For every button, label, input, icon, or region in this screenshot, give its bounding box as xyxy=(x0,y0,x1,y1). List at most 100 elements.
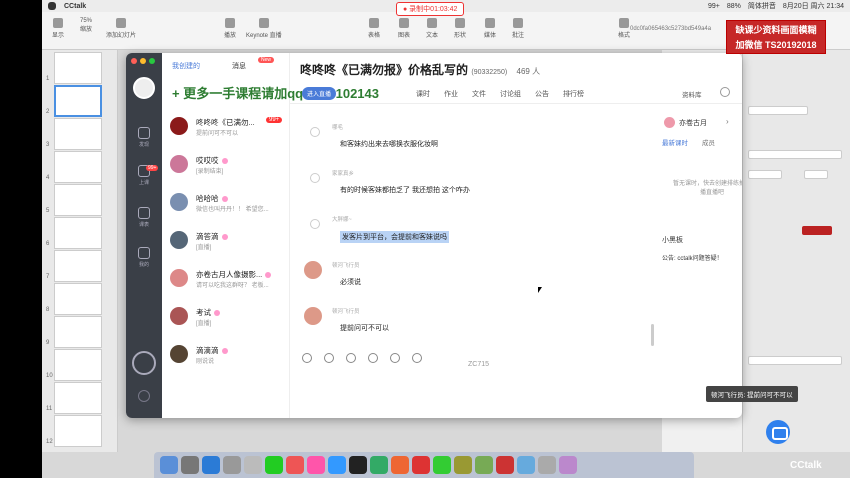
avatar[interactable] xyxy=(304,307,322,325)
slide-thumbnail[interactable] xyxy=(54,118,102,150)
menubar-app-name[interactable]: CCtalk xyxy=(64,3,86,10)
dock-app-icon[interactable] xyxy=(244,456,262,474)
dock-app-icon[interactable] xyxy=(496,456,514,474)
slide-thumbnail[interactable] xyxy=(54,415,102,447)
dock-app-icon[interactable] xyxy=(433,456,451,474)
avatar[interactable] xyxy=(310,127,320,137)
status-battery[interactable]: 88% xyxy=(727,3,741,10)
sidebar-item-schedule[interactable]: 课表 xyxy=(126,207,162,228)
kt-chart[interactable]: 图表 xyxy=(398,18,410,39)
list-item[interactable]: 考试 [直播] xyxy=(168,303,286,333)
message-text[interactable]: 有的时候客妹都拍乏了 我还想拍 这个咋办 xyxy=(340,185,470,195)
dock-app-icon[interactable] xyxy=(160,456,178,474)
slide-thumbnail[interactable] xyxy=(54,283,102,315)
tab-ranking[interactable]: 排行榜 xyxy=(563,89,584,99)
dock-app-icon[interactable] xyxy=(349,456,367,474)
kt-zoom[interactable]: 75% 缩放 xyxy=(80,18,92,33)
inspector-field[interactable] xyxy=(748,106,808,115)
recording-badge[interactable]: ● 录制中01:03:42 xyxy=(396,2,465,16)
dock-app-icon[interactable] xyxy=(181,456,199,474)
slide-thumbnail[interactable] xyxy=(54,382,102,414)
message-text[interactable]: 必须说 xyxy=(340,277,361,287)
dock-app-icon[interactable] xyxy=(307,456,325,474)
kt-keynote-live[interactable]: Keynote 直播 xyxy=(246,18,282,39)
slide-thumbnail[interactable] xyxy=(54,316,102,348)
list-item[interactable]: 咚咚咚《已满勿... 提前问可不可以 99+ xyxy=(168,113,286,143)
tab-latest-lessons[interactable]: 最新课时 xyxy=(662,137,688,147)
tab-files[interactable]: 文件 xyxy=(472,89,486,99)
tab-notice[interactable]: 公告 xyxy=(535,89,549,99)
settings-icon[interactable] xyxy=(720,87,730,97)
inspector-field[interactable] xyxy=(748,150,842,159)
maximize-icon[interactable] xyxy=(149,58,155,64)
apple-icon[interactable] xyxy=(48,2,56,10)
clock-icon[interactable] xyxy=(368,353,378,363)
tab-created[interactable]: 我创建的 xyxy=(172,61,200,71)
image-icon[interactable] xyxy=(346,353,356,363)
kt-text[interactable]: 文本 xyxy=(426,18,438,39)
scissors-icon[interactable] xyxy=(324,353,334,363)
status-clock[interactable]: 8月20日 周六 21:34 xyxy=(783,1,844,11)
member-count[interactable]: 469 人 xyxy=(517,67,541,76)
dock-app-icon[interactable] xyxy=(517,456,535,474)
dock-app-icon[interactable] xyxy=(412,456,430,474)
kt-view[interactable]: 显示 xyxy=(52,18,64,39)
teacher-name[interactable]: 亦卷古月 xyxy=(679,118,707,128)
list-item[interactable]: 哈哈哈 微信也叫丹丹！！ 希望您... xyxy=(168,189,286,219)
emoji-icon[interactable] xyxy=(302,353,312,363)
dock-app-icon[interactable] xyxy=(202,456,220,474)
tab-members[interactable]: 成员 xyxy=(702,137,715,147)
slide-thumbnail[interactable] xyxy=(54,349,102,381)
more-icon[interactable] xyxy=(138,390,150,402)
dock-app-icon[interactable] xyxy=(454,456,472,474)
enter-live-button[interactable]: 进入直播 xyxy=(302,87,337,100)
kt-add-slide[interactable]: 添加幻灯片 xyxy=(106,18,136,39)
chat-scrollbar[interactable] xyxy=(651,324,654,346)
chat-bubble-icon[interactable] xyxy=(412,353,422,363)
avatar[interactable] xyxy=(133,77,155,99)
message-text[interactable]: 发客片到平台，会提前和客妹说吗 xyxy=(340,231,449,243)
dock-app-icon[interactable] xyxy=(475,456,493,474)
resource-library-link[interactable]: 资料库 xyxy=(682,89,702,99)
kt-media[interactable]: 媒体 xyxy=(484,18,496,39)
dock-app-icon[interactable] xyxy=(286,456,304,474)
kt-play[interactable]: 播放 xyxy=(224,18,236,39)
slide-thumbnail[interactable] xyxy=(54,250,102,282)
dock-app-icon[interactable] xyxy=(370,456,388,474)
tab-lessons[interactable]: 课时 xyxy=(416,89,430,99)
status-notifications[interactable]: 99+ xyxy=(708,3,720,10)
stats-icon[interactable] xyxy=(132,351,156,375)
close-icon[interactable] xyxy=(131,58,137,64)
slide-thumbnail[interactable] xyxy=(54,52,102,84)
tab-homework[interactable]: 作业 xyxy=(444,89,458,99)
slide-thumbnail[interactable] xyxy=(54,151,102,183)
slide-thumbnail[interactable] xyxy=(54,217,102,249)
chevron-right-icon[interactable]: › xyxy=(726,117,729,126)
avatar[interactable] xyxy=(304,261,322,279)
sidebar-item-discover[interactable]: 发现 xyxy=(126,127,162,148)
dock-app-icon[interactable] xyxy=(223,456,241,474)
slide-thumbnail[interactable] xyxy=(54,184,102,216)
message-toast[interactable]: 顿河飞行员: 提前问可不可以 xyxy=(706,386,798,402)
sidebar-item-me[interactable]: 我的 xyxy=(126,247,162,268)
minimize-icon[interactable] xyxy=(140,58,146,64)
list-item[interactable]: 哎哎哎 [录制结束] xyxy=(168,151,286,181)
status-input-method[interactable]: 简体拼音 xyxy=(748,1,776,11)
dock-app-icon[interactable] xyxy=(391,456,409,474)
list-item[interactable]: 亦卷古月人像摄影... 请可以吃我这群呀？ 老板... xyxy=(168,265,286,295)
teacher-avatar[interactable] xyxy=(664,117,675,128)
dock-app-icon[interactable] xyxy=(328,456,346,474)
message-text[interactable]: 和客妹约出来去哪换衣服化妆啊 xyxy=(340,139,438,149)
color-swatch[interactable] xyxy=(802,226,832,235)
list-item[interactable]: 滴滴滴 刚说说 xyxy=(168,341,286,371)
tab-messages[interactable]: 消息 xyxy=(232,61,246,71)
help-chat-button[interactable] xyxy=(766,420,790,444)
dock-app-icon[interactable] xyxy=(265,456,283,474)
inspector-field[interactable] xyxy=(804,170,828,179)
tab-discussion[interactable]: 讨论组 xyxy=(500,89,521,99)
list-item[interactable]: 滴答滴 [直播] xyxy=(168,227,286,257)
message-text[interactable]: 提前问可不可以 xyxy=(340,323,389,333)
kt-table[interactable]: 表格 xyxy=(368,18,380,39)
inspector-field[interactable] xyxy=(748,356,842,365)
kt-comment[interactable]: 批注 xyxy=(512,18,524,39)
